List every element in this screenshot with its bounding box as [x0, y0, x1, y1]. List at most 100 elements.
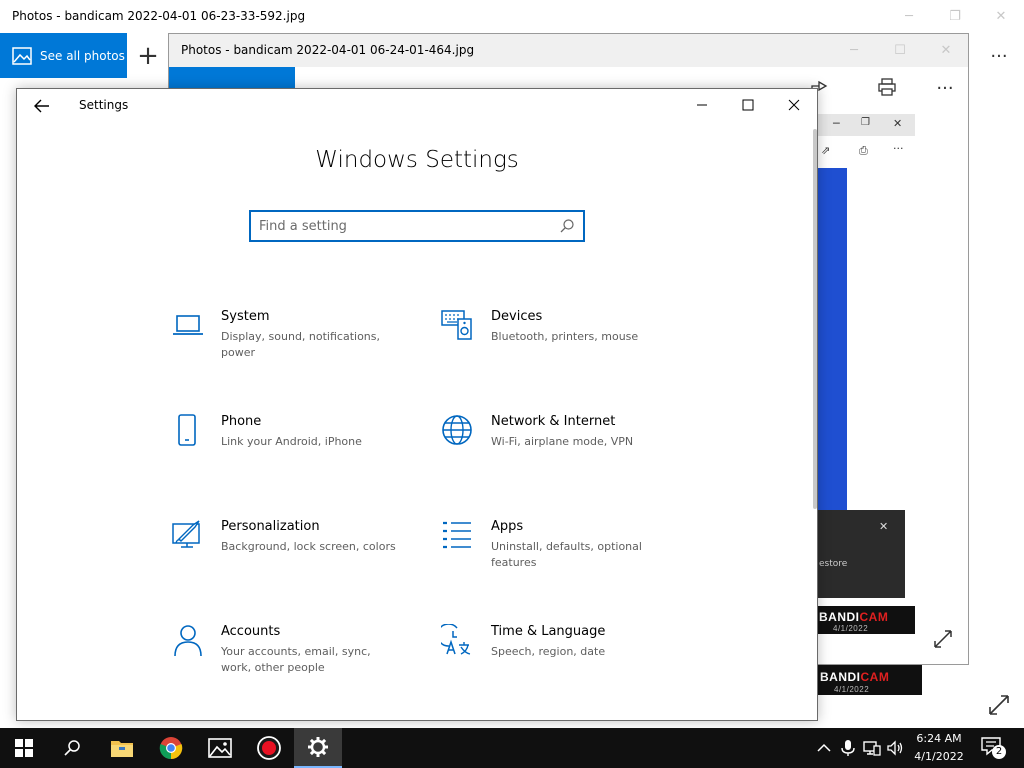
category-title: Phone — [221, 414, 262, 429]
keyboard-speaker-icon — [441, 310, 472, 340]
category-title: Network & Internet — [491, 414, 616, 429]
notification-text: estore — [819, 559, 848, 569]
network-icon[interactable] — [862, 738, 882, 758]
search-icon[interactable] — [559, 218, 575, 234]
print-icon[interactable] — [875, 77, 899, 101]
minimize-icon[interactable]: ─ — [833, 117, 840, 130]
search-box[interactable] — [249, 210, 585, 242]
taskbar-photos[interactable] — [196, 728, 244, 768]
category-description: Background, lock screen, colors — [221, 540, 396, 553]
page-title: Windows Settings — [315, 147, 519, 173]
see-all-photos-label: See all photos — [40, 48, 125, 63]
category-description: Uninstall, defaults, optional features — [491, 540, 642, 569]
search-button[interactable] — [48, 728, 96, 768]
nested-window-toolbar: ⇗ ⎙ ··· — [817, 136, 915, 166]
more-icon[interactable]: ··· — [893, 142, 904, 155]
maximize-icon — [742, 99, 754, 111]
close-icon[interactable]: ✕ — [893, 117, 902, 130]
category-description: Speech, region, date — [491, 645, 606, 658]
gear-icon — [308, 737, 328, 757]
watermark-date: 4/1/2022 — [834, 685, 870, 694]
logo-prefix: BANDI — [820, 670, 861, 684]
taskbar-file-explorer[interactable] — [98, 728, 146, 768]
folder-icon — [111, 741, 133, 757]
print-icon[interactable]: ⎙ — [859, 144, 868, 158]
globe-icon — [442, 415, 472, 445]
title-bar: Photos - bandicam 2022-04-01 06-24-01-46… — [169, 34, 968, 67]
category-description: Your accounts, email, sync, work, other … — [221, 645, 371, 674]
search-input[interactable] — [259, 217, 549, 235]
category-description: Link your Android, iPhone — [221, 435, 362, 448]
category-accounts[interactable]: Accounts Your accounts, email, sync, wor… — [171, 622, 411, 686]
close-button[interactable]: ✕ — [923, 34, 969, 67]
chrome-icon — [159, 737, 183, 760]
action-center-button[interactable]: 2 — [980, 736, 1008, 762]
scrollbar[interactable] — [813, 129, 817, 509]
clock[interactable]: 6:24 AM 4/1/2022 — [906, 730, 972, 766]
phone-icon — [178, 414, 196, 446]
minimize-icon — [697, 104, 707, 106]
add-button[interactable]: + — [127, 33, 169, 78]
volume-icon[interactable] — [886, 738, 906, 758]
close-button[interactable]: ✕ — [978, 0, 1024, 33]
maximize-button[interactable]: ☐ — [877, 34, 923, 67]
taskbar-bandicam[interactable] — [245, 728, 293, 768]
taskbar: 6:24 AM 4/1/2022 2 — [0, 728, 1024, 768]
photo-content — [817, 168, 847, 510]
laptop-icon — [173, 315, 203, 335]
window-title: Photos - bandicam 2022-04-01 06-23-33-59… — [12, 9, 306, 23]
category-title: Personalization — [221, 519, 320, 534]
category-apps[interactable]: Apps Uninstall, defaults, optional featu… — [441, 517, 681, 581]
watermark-date: 4/1/2022 — [833, 624, 869, 633]
close-icon — [788, 99, 800, 111]
nested-window-titlebar: ─ ❐ ✕ — [817, 114, 915, 136]
windows-logo-icon — [15, 739, 33, 757]
chevron-up-icon[interactable] — [814, 738, 834, 758]
category-phone[interactable]: Phone Link your Android, iPhone — [171, 412, 411, 476]
expand-icon[interactable] — [984, 690, 1014, 720]
category-title: Apps — [491, 519, 524, 534]
minimize-button[interactable]: ─ — [886, 0, 932, 33]
see-all-photos-button[interactable]: See all photos — [0, 33, 127, 78]
category-title: Time & Language — [491, 624, 606, 639]
more-options-button[interactable]: ··· — [976, 40, 1022, 73]
bandicam-watermark: BANDICAM 4/1/2022 — [817, 606, 915, 634]
window-title: Photos - bandicam 2022-04-01 06-24-01-46… — [181, 43, 475, 57]
logo-suffix: CAM — [859, 610, 889, 624]
notification-panel — [817, 510, 905, 598]
restore-icon[interactable]: ❐ — [861, 117, 870, 128]
category-title: System — [221, 309, 270, 324]
minimize-button[interactable]: ─ — [831, 34, 877, 67]
restore-button[interactable]: ❐ — [932, 0, 978, 33]
photos-icon — [208, 738, 232, 758]
maximize-button[interactable] — [725, 89, 771, 121]
paint-icon — [172, 520, 200, 548]
share-icon[interactable]: ⇗ — [821, 144, 830, 157]
expand-icon[interactable] — [930, 626, 956, 652]
category-personalization[interactable]: Personalization Background, lock screen,… — [171, 517, 411, 581]
back-arrow-icon[interactable] — [31, 95, 53, 117]
close-icon[interactable]: ✕ — [879, 520, 888, 533]
taskbar-chrome[interactable] — [147, 728, 195, 768]
search-icon — [64, 740, 80, 756]
category-system[interactable]: System Display, sound, notifications, po… — [171, 307, 411, 371]
more-options-icon[interactable]: ··· — [933, 77, 957, 101]
start-button[interactable] — [0, 728, 48, 768]
category-network-internet[interactable]: Network & Internet Wi-Fi, airplane mode,… — [441, 412, 681, 476]
bandicam-watermark: BANDICAM 4/1/2022 — [818, 665, 922, 695]
category-time-language[interactable]: Time & Language Speech, region, date — [441, 622, 681, 686]
photos-icon — [12, 46, 32, 65]
settings-window: Settings Windows Settings System Display… — [16, 88, 818, 721]
logo-suffix: CAM — [860, 670, 890, 684]
window-title: Settings — [79, 98, 129, 112]
category-description: Display, sound, notifications, power — [221, 330, 381, 359]
category-devices[interactable]: Devices Bluetooth, printers, mouse — [441, 307, 681, 371]
close-button[interactable] — [771, 89, 817, 121]
record-icon — [257, 736, 281, 760]
logo-prefix: BANDI — [819, 610, 860, 624]
time-language-icon — [441, 624, 471, 655]
minimize-button[interactable] — [679, 89, 725, 121]
taskbar-settings[interactable] — [294, 728, 342, 768]
category-title: Accounts — [221, 624, 281, 639]
microphone-icon[interactable] — [838, 738, 858, 758]
